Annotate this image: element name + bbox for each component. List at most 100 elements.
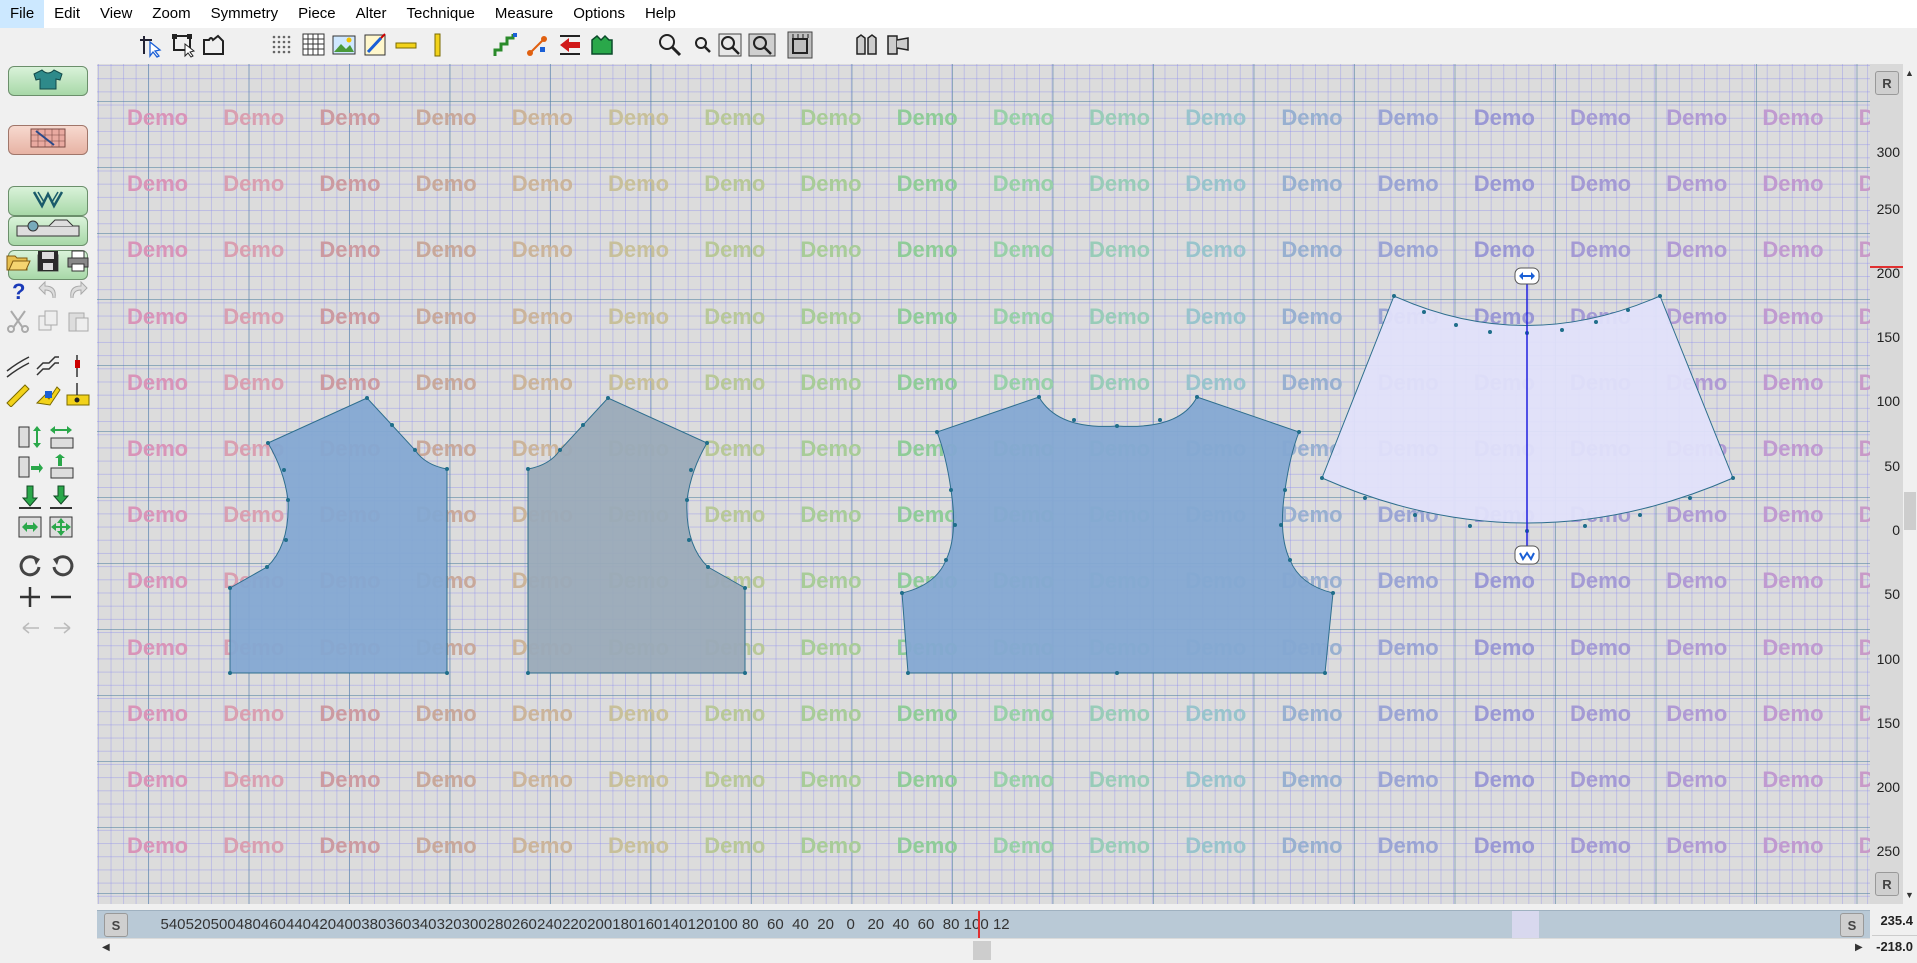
- add-point-icon[interactable]: [17, 583, 45, 611]
- expand-all-icon[interactable]: [48, 514, 76, 542]
- zoom-window-icon[interactable]: [748, 31, 776, 59]
- menu-measure[interactable]: Measure: [485, 0, 563, 28]
- next-point-icon[interactable]: [48, 614, 76, 642]
- select-tool-icon[interactable]: [137, 31, 165, 59]
- hruler-tick: 160: [637, 916, 663, 933]
- scroll-left-icon[interactable]: ◀: [102, 942, 110, 953]
- dots-grid-icon[interactable]: [268, 31, 296, 59]
- menu-file[interactable]: File: [0, 0, 45, 28]
- rotate-clockwise-icon[interactable]: [17, 552, 45, 580]
- menu-symmetry[interactable]: Symmetry: [201, 0, 289, 28]
- move-points-icon[interactable]: [524, 31, 552, 59]
- help-icon[interactable]: ?: [4, 277, 32, 305]
- back-right-piece[interactable]: [527, 397, 746, 674]
- garment-mode-button[interactable]: [8, 66, 88, 96]
- move-down-center-icon[interactable]: [48, 484, 76, 512]
- menu-piece[interactable]: Piece: [288, 0, 346, 28]
- ruler-icon[interactable]: [4, 380, 32, 408]
- scroll-up-icon[interactable]: ▲: [1905, 68, 1914, 78]
- piece-outline-icon[interactable]: [200, 31, 228, 59]
- arrow-left-icon[interactable]: [556, 31, 584, 59]
- piece-green-icon[interactable]: [588, 31, 616, 59]
- pieces-view-icon[interactable]: [853, 31, 881, 59]
- menu-zoom[interactable]: Zoom: [142, 0, 200, 28]
- save-disk-icon[interactable]: [34, 247, 62, 275]
- horizontal-scrollbar[interactable]: ◀ ▶: [97, 938, 1870, 963]
- undo-icon[interactable]: [34, 277, 62, 305]
- tape-horizontal-icon[interactable]: [392, 31, 420, 59]
- menu-help[interactable]: Help: [635, 0, 686, 28]
- sleeve-view-icon[interactable]: [884, 31, 912, 59]
- vruler-tick: 100: [1876, 651, 1900, 667]
- copy-icon[interactable]: [34, 307, 62, 335]
- menu-technique[interactable]: Technique: [397, 0, 485, 28]
- hruler-tick: 320: [436, 916, 462, 933]
- pattern-mode-button[interactable]: [8, 125, 88, 155]
- menu-view[interactable]: View: [90, 0, 142, 28]
- hruler-tick: 440: [285, 916, 312, 933]
- ruler-bottom-button[interactable]: R: [1875, 872, 1899, 896]
- menu-edit[interactable]: Edit: [44, 0, 90, 28]
- axis-bottom-handle-icon[interactable]: [1514, 545, 1540, 565]
- marker-icon[interactable]: [64, 352, 92, 380]
- tape-measure-icon[interactable]: [34, 380, 62, 408]
- scroll-down-icon[interactable]: ▼: [1905, 890, 1914, 900]
- vertical-scroll-thumb[interactable]: [1904, 492, 1916, 530]
- hruler-tick: 200: [587, 916, 613, 933]
- hruler-tick: 140: [662, 916, 688, 933]
- paste-icon[interactable]: [64, 307, 92, 335]
- pattern-canvas[interactable]: Demo Demo Demo Demo Demo Demo Demo Demo Demo Demo…: [97, 64, 1870, 904]
- redo-icon[interactable]: [64, 277, 92, 305]
- machine-mode-button[interactable]: [8, 216, 88, 246]
- hruler-tick: 100: [712, 916, 738, 933]
- print-icon[interactable]: [64, 247, 92, 275]
- vertical-scrollbar[interactable]: ▲ ▼: [1903, 64, 1917, 904]
- axis-top-handle-icon[interactable]: [1514, 267, 1540, 285]
- align-top-icon[interactable]: [48, 454, 76, 482]
- rotate-counterclockwise-icon[interactable]: [48, 552, 76, 580]
- knit-mode-button[interactable]: [8, 186, 88, 216]
- hruler-tick: 20: [817, 916, 834, 933]
- tape-vertical-icon[interactable]: [424, 31, 452, 59]
- zoom-fit-icon[interactable]: [716, 31, 744, 59]
- background-image-icon[interactable]: [330, 31, 358, 59]
- horizontal-scroll-thumb[interactable]: [973, 941, 991, 960]
- hruler-tick: 120: [687, 916, 713, 933]
- vruler-tick: 250: [1876, 843, 1900, 859]
- open-folder-icon[interactable]: [4, 247, 32, 275]
- zoom-small-icon[interactable]: [688, 31, 716, 59]
- previous-point-icon[interactable]: [17, 614, 45, 642]
- ruler-right-scale-button[interactable]: S: [1840, 913, 1864, 937]
- hruler-tick: 420: [311, 916, 337, 933]
- menu-options[interactable]: Options: [563, 0, 635, 28]
- stretch-horizontal-icon[interactable]: [48, 424, 76, 452]
- remove-point-icon[interactable]: [48, 583, 76, 611]
- cut-icon[interactable]: [4, 307, 32, 335]
- align-left-icon[interactable]: [17, 454, 45, 482]
- steps-icon[interactable]: [492, 31, 520, 59]
- back-left-piece[interactable]: [229, 397, 448, 674]
- ruler-left-scale-button[interactable]: S: [104, 913, 128, 937]
- lines-icon[interactable]: [34, 352, 62, 380]
- left-tool-panel: ?: [0, 64, 97, 962]
- hruler-tick: 540: [160, 916, 186, 933]
- pattern-grid-icon: [28, 127, 68, 154]
- zoom-icon[interactable]: [656, 31, 684, 59]
- expand-horizontal-icon[interactable]: [17, 514, 45, 542]
- knitting-machine-icon: [13, 218, 83, 245]
- hruler-tick: 40: [792, 916, 809, 933]
- level-ruler-icon[interactable]: [64, 380, 92, 408]
- front-piece[interactable]: [901, 396, 1334, 674]
- zoom-all-icon[interactable]: [786, 31, 814, 59]
- move-down-icon[interactable]: [17, 484, 45, 512]
- select-points-icon[interactable]: [170, 31, 198, 59]
- scroll-right-icon[interactable]: ▶: [1855, 942, 1863, 953]
- trace-icon[interactable]: [362, 31, 390, 59]
- curves-icon[interactable]: [4, 352, 32, 380]
- ruler-top-button[interactable]: R: [1875, 71, 1899, 95]
- stretch-vertical-icon[interactable]: [17, 424, 45, 452]
- hruler-tick: 380: [361, 916, 387, 933]
- grid-icon[interactable]: [300, 31, 328, 59]
- menu-alter[interactable]: Alter: [346, 0, 397, 28]
- horizontal-ruler: S 540 520 500 480 460 440 420 400 380 360 340 320 30…: [97, 910, 1870, 939]
